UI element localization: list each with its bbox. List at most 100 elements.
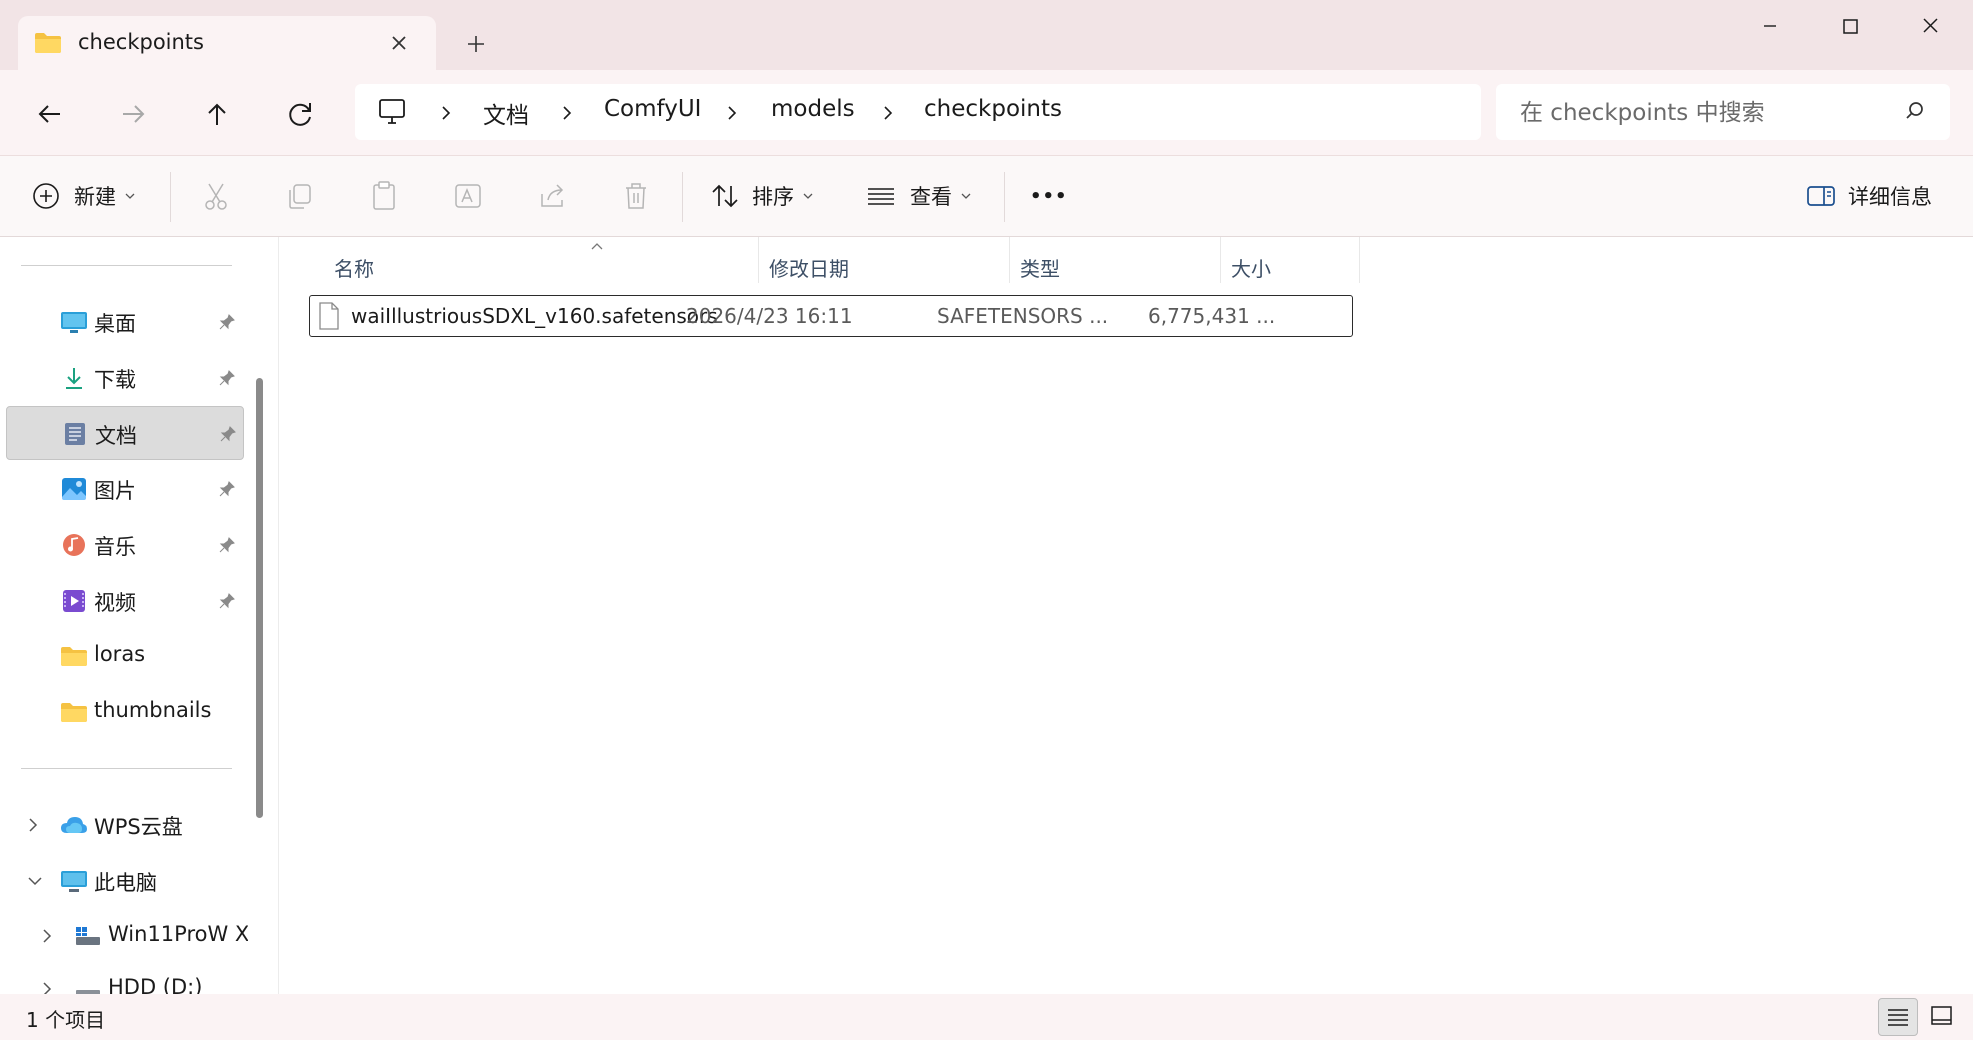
sidebar-item-label: Win11ProW X <box>108 922 248 946</box>
desktop-icon <box>61 312 87 333</box>
maximize-icon[interactable] <box>1810 0 1890 52</box>
column-divider[interactable] <box>1009 237 1010 283</box>
new-button[interactable]: 新建 <box>32 176 136 216</box>
breadcrumb-checkpoints[interactable]: checkpoints <box>924 96 1062 122</box>
tab-title: checkpoints <box>78 30 204 54</box>
sidebar-item-pictures[interactable]: 图片 <box>6 462 244 516</box>
chevron-down-icon <box>961 193 971 199</box>
breadcrumb-models[interactable]: models <box>771 96 855 122</box>
column-header-type[interactable]: 类型 <box>1020 243 1220 289</box>
sidebar-item-wps-cloud[interactable]: WPS云盘 <box>6 798 244 852</box>
details-view-button[interactable] <box>1878 998 1918 1036</box>
documents-icon <box>65 423 85 445</box>
sort-icon <box>712 184 738 208</box>
copy-icon[interactable] <box>280 176 320 216</box>
column-header-name[interactable]: 名称 <box>334 243 734 289</box>
command-bar: 新建 排序 查看 ••• 详细信息 <box>0 155 1973 237</box>
status-bar: 1 个项目 <box>0 994 1973 1040</box>
folder-icon <box>61 647 87 666</box>
chevron-down-icon[interactable] <box>26 872 44 890</box>
breadcrumb-documents[interactable]: 文档 <box>483 96 529 130</box>
column-divider[interactable] <box>1359 237 1360 283</box>
minimize-icon[interactable] <box>1730 0 1810 52</box>
drive-icon <box>76 927 100 945</box>
sidebar-item-label: 图片 <box>94 479 136 503</box>
divider <box>21 265 232 266</box>
chevron-right-icon[interactable] <box>40 927 54 945</box>
close-tab-icon[interactable] <box>382 26 416 60</box>
column-divider[interactable] <box>758 237 759 283</box>
sidebar-item-label: 文档 <box>95 424 137 448</box>
column-header-modified[interactable]: 修改日期 <box>769 243 1009 289</box>
chevron-right-icon[interactable] <box>40 980 54 994</box>
sidebar-item-label: 下载 <box>94 368 136 392</box>
sidebar-scrollbar[interactable] <box>256 378 263 818</box>
chevron-right-icon[interactable] <box>439 104 453 122</box>
chevron-right-icon[interactable] <box>26 816 40 834</box>
tiles-view-button[interactable] <box>1922 998 1962 1036</box>
sidebar-item-this-pc[interactable]: 此电脑 <box>6 854 244 908</box>
chevron-down-icon <box>125 193 135 199</box>
search-box[interactable] <box>1496 84 1950 140</box>
sidebar-item-loras[interactable]: loras <box>6 629 244 683</box>
share-icon[interactable] <box>532 176 572 216</box>
title-bar: checkpoints <box>0 0 1973 70</box>
address-bar[interactable]: 文档 ComfyUI models checkpoints <box>355 84 1481 140</box>
search-input[interactable] <box>1518 94 1882 132</box>
pin-icon[interactable] <box>218 592 236 610</box>
pin-icon[interactable] <box>218 313 236 331</box>
sidebar-item-label: WPS云盘 <box>94 815 183 839</box>
details-pane-button[interactable]: 详细信息 <box>1806 176 1932 216</box>
chevron-right-icon[interactable] <box>560 104 574 122</box>
computer-icon <box>61 871 87 892</box>
paste-icon[interactable] <box>364 176 404 216</box>
drive-icon <box>76 990 100 994</box>
pin-icon[interactable] <box>218 369 236 387</box>
details-view-icon <box>1888 1009 1908 1026</box>
column-divider[interactable] <box>1220 237 1221 283</box>
file-name: waiIllustriousSDXL_v160.safetensors <box>351 304 718 328</box>
sidebar-item-hdd-drive[interactable]: HDD (D:) <box>6 962 244 994</box>
sidebar-item-music[interactable]: 音乐 <box>6 518 244 572</box>
refresh-icon[interactable] <box>278 92 324 136</box>
file-icon <box>319 302 339 330</box>
forward-arrow-icon[interactable] <box>110 92 156 136</box>
back-arrow-icon[interactable] <box>27 92 73 136</box>
sidebar-item-label: 音乐 <box>94 535 136 559</box>
sidebar-item-label: 此电脑 <box>94 871 157 895</box>
videos-icon <box>63 590 85 612</box>
tab-checkpoints[interactable]: checkpoints <box>18 16 436 70</box>
sidebar-item-win11-drive[interactable]: Win11ProW X <box>6 909 248 963</box>
cut-icon[interactable] <box>196 176 236 216</box>
pin-icon[interactable] <box>218 480 236 498</box>
view-button[interactable]: 查看 <box>866 176 972 216</box>
pin-icon[interactable] <box>218 536 236 554</box>
delete-icon[interactable] <box>616 176 656 216</box>
sidebar-item-label: loras <box>94 642 146 666</box>
new-tab-button[interactable] <box>456 26 496 62</box>
breadcrumb-comfyui[interactable]: ComfyUI <box>604 96 701 122</box>
sidebar-item-documents[interactable]: 文档 <box>6 406 244 460</box>
more-options-button[interactable]: ••• <box>1030 176 1068 216</box>
table-row[interactable]: waiIllustriousSDXL_v160.safetensors 2026… <box>309 295 1353 337</box>
file-list-pane: 名称 修改日期 类型 大小 waiIllustriousSDXL_v160.sa… <box>278 237 1973 994</box>
chevron-right-icon[interactable] <box>881 104 895 122</box>
sidebar-item-thumbnails[interactable]: thumbnails <box>6 685 244 739</box>
sidebar-item-videos[interactable]: 视频 <box>6 574 244 628</box>
sort-button-label: 排序 <box>752 185 794 209</box>
rename-icon[interactable] <box>448 176 488 216</box>
sidebar-item-desktop[interactable]: 桌面 <box>6 295 244 349</box>
column-header-size[interactable]: 大小 <box>1231 243 1341 289</box>
sidebar-item-downloads[interactable]: 下载 <box>6 351 244 405</box>
details-pane-label: 详细信息 <box>1848 185 1932 209</box>
close-window-icon[interactable] <box>1890 0 1970 52</box>
chevron-down-icon <box>803 193 813 199</box>
divider <box>21 768 232 769</box>
up-arrow-icon[interactable] <box>194 92 240 136</box>
sort-ascending-icon <box>591 243 603 250</box>
sort-button[interactable]: 排序 <box>710 176 814 216</box>
pin-icon[interactable] <box>219 425 237 443</box>
file-type: SAFETENSORS ... <box>937 304 1109 328</box>
chevron-right-icon[interactable] <box>725 104 739 122</box>
search-icon[interactable] <box>1904 100 1926 122</box>
